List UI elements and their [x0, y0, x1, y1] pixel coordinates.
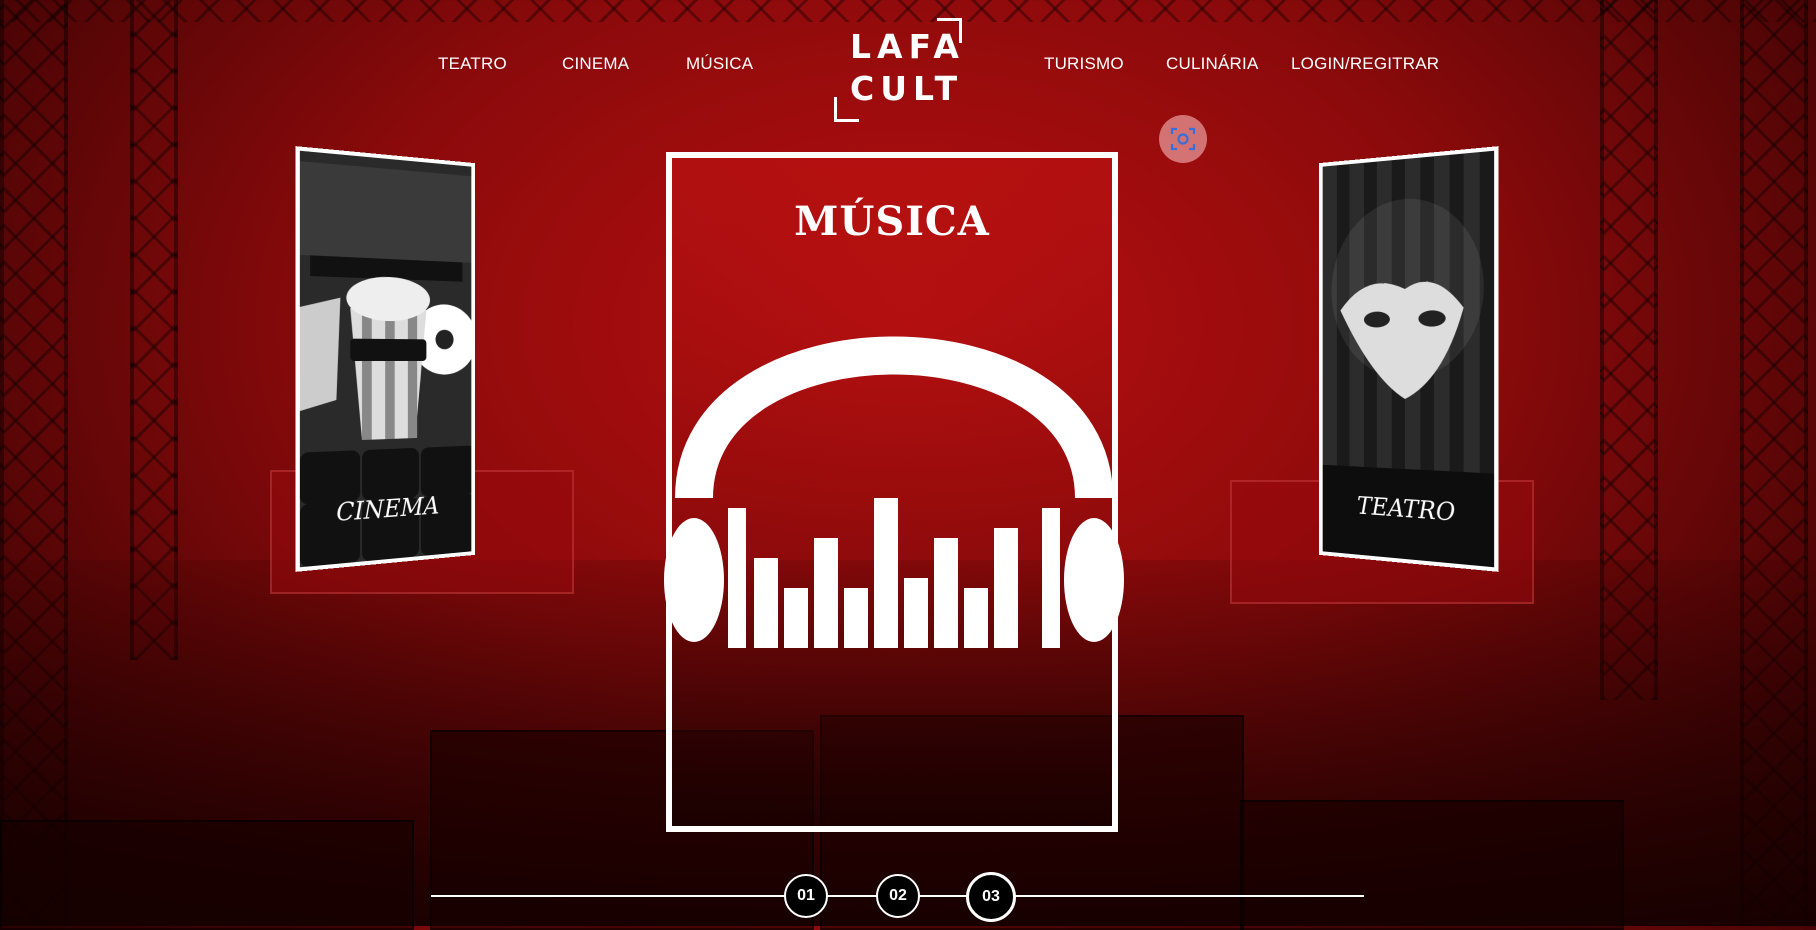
nav-turismo[interactable]: TURISMO — [1044, 54, 1124, 74]
carousel-card-cinema[interactable]: CINEMA — [295, 146, 475, 572]
nav-teatro[interactable]: TEATRO — [438, 54, 507, 74]
logo-line-1: LAFA — [850, 27, 965, 66]
nav-login-register[interactable]: LOGIN/REGITRAR — [1291, 54, 1439, 74]
screenshot-button[interactable] — [1159, 115, 1207, 163]
carousel-card-teatro[interactable]: TEATRO — [1319, 146, 1499, 572]
pager-dot-01[interactable]: 01 — [784, 874, 828, 918]
nav-cinema[interactable]: CINEMA — [562, 54, 629, 74]
lafa-cult-logo[interactable]: LAFA CULT — [834, 18, 962, 122]
logo-line-2: CULT — [850, 69, 964, 108]
nav-musica[interactable]: MÚSICA — [686, 54, 753, 74]
carousel-card-musica[interactable]: MÚSICA — [664, 152, 1124, 832]
pager-dot-03[interactable]: 03 — [966, 872, 1016, 922]
screenshot-capture-icon — [1170, 127, 1196, 151]
card-title-musica: MÚSICA — [794, 198, 990, 245]
nav-culinaria[interactable]: CULINÁRIA — [1166, 54, 1259, 74]
headphones-equalizer-icon — [664, 336, 1124, 648]
pager-dot-02[interactable]: 02 — [876, 874, 920, 918]
